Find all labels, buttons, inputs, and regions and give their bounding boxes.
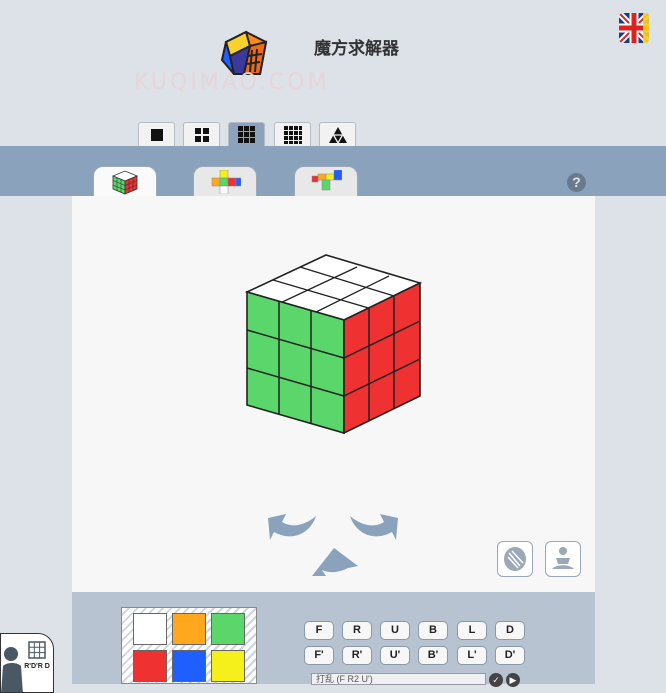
move-button[interactable]: U'	[380, 646, 410, 665]
move-button[interactable]: F	[304, 621, 334, 640]
cube-net-icon	[211, 169, 241, 194]
pyramid-button[interactable]	[319, 122, 356, 146]
4x4-grid-icon	[283, 125, 302, 144]
move-button[interactable]: R'	[342, 646, 372, 665]
size-2x2-button[interactable]	[183, 122, 220, 146]
meditate-button[interactable]	[545, 541, 581, 577]
person-cube-icon: R'D'R D	[1, 641, 50, 692]
play-button[interactable]: ▶	[506, 673, 520, 687]
hint-button[interactable]	[497, 541, 533, 577]
move-button[interactable]: U	[380, 621, 410, 640]
swatch-red[interactable]	[133, 650, 167, 682]
swatch-orange[interactable]	[172, 613, 206, 645]
move-button[interactable]: F'	[304, 646, 334, 665]
hand-icon	[504, 547, 526, 571]
rotate-up-arrow-icon[interactable]	[308, 546, 360, 578]
move-button[interactable]: D	[495, 621, 525, 640]
swatch-yellow[interactable]	[211, 650, 245, 682]
move-button[interactable]: B'	[418, 646, 448, 665]
cube-3d-icon	[111, 170, 139, 195]
color-palette	[121, 607, 257, 684]
help-icon[interactable]: ?	[567, 173, 586, 192]
cube-compact-icon	[311, 169, 342, 190]
move-button[interactable]: D'	[495, 646, 525, 665]
uk-flag-icon[interactable]	[619, 13, 649, 43]
rotate-left-arrow-icon[interactable]	[266, 512, 320, 544]
move-button[interactable]: B	[418, 621, 448, 640]
swatch-green[interactable]	[211, 613, 245, 645]
swatch-white[interactable]	[133, 613, 167, 645]
assistant-avatar[interactable]: R'D'R D	[0, 633, 54, 693]
move-button[interactable]: R	[342, 621, 372, 640]
rotate-right-arrow-icon[interactable]	[346, 512, 400, 544]
3d-view-tab[interactable]	[93, 166, 157, 196]
scramble-input[interactable]: 打乱 (F R2 U')	[311, 673, 486, 685]
size-1x1-button[interactable]	[138, 122, 175, 146]
move-button[interactable]: L	[457, 621, 487, 640]
app-title: 魔方求解器	[314, 39, 399, 59]
swatch-blue[interactable]	[172, 650, 206, 682]
rubiks-cube-3d[interactable]	[244, 252, 424, 438]
flat-net-view-tab[interactable]	[193, 166, 257, 196]
size-3x3-button[interactable]	[228, 122, 265, 146]
3x3-grid-icon	[238, 126, 255, 143]
compact-view-tab[interactable]	[294, 166, 358, 196]
confirm-button[interactable]: ✓	[489, 673, 503, 687]
pyramid-icon	[328, 126, 347, 143]
2x2-grid-icon	[194, 127, 209, 142]
move-button[interactable]: L'	[457, 646, 487, 665]
size-4x4-button[interactable]	[274, 122, 311, 146]
watermark: KUQIMAO.COM	[134, 70, 330, 95]
svg-text:R'D'R D: R'D'R D	[24, 663, 50, 670]
1x1-icon	[150, 128, 163, 141]
meditation-icon	[552, 547, 574, 569]
